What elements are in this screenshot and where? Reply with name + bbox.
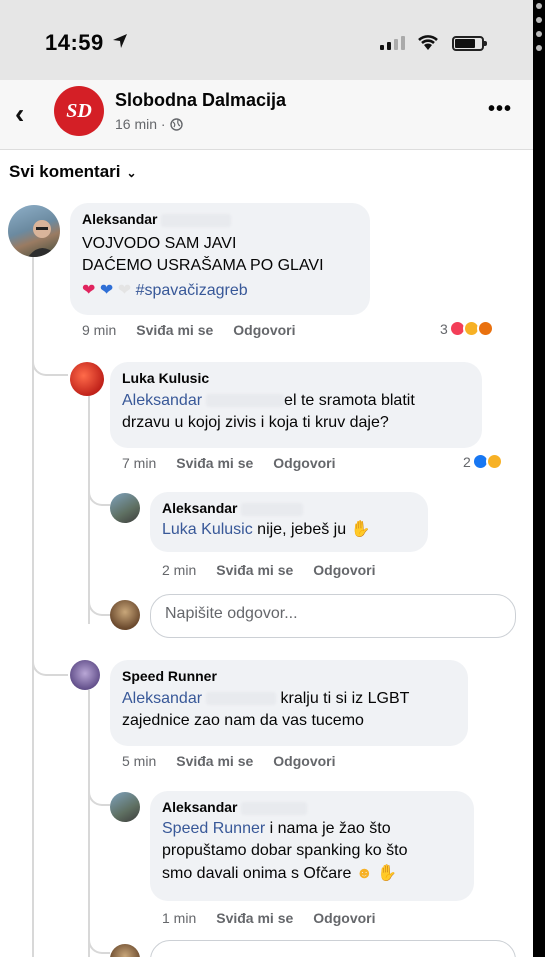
comment-author[interactable]: Luka Kulusic <box>122 370 470 386</box>
like-button[interactable]: Sviđa mi se <box>216 562 293 578</box>
avatar[interactable] <box>8 205 60 257</box>
comment-text: VOJVODO SAM JAVI DAĆEMO USRAŠAMA PO GLAV… <box>82 235 324 299</box>
page-name[interactable]: Slobodna Dalmacija <box>115 90 286 111</box>
like-button[interactable]: Sviđa mi se <box>176 753 253 769</box>
thread-connector <box>88 590 110 616</box>
comment-text: Aleksandar el te sramota blatit drzavu u … <box>122 392 415 432</box>
scroll-dots <box>536 3 542 59</box>
heart-white-icon: ❤ <box>117 281 132 299</box>
thread-connector <box>32 340 68 376</box>
mention-link[interactable]: Luka Kulusic <box>162 521 253 538</box>
like-button[interactable]: Sviđa mi se <box>176 455 253 471</box>
grin-emoji-icon: ☻ <box>355 864 373 882</box>
comment-actions: 7 min Sviđa mi se Odgovori <box>122 455 336 471</box>
comment-sort-dropdown[interactable]: Svi komentari ⌄ <box>9 162 137 182</box>
comment-time: 9 min <box>82 322 117 338</box>
like-button[interactable]: Sviđa mi se <box>136 322 213 338</box>
comment-text: Aleksandar kralju ti si iz LGBT zajednic… <box>122 690 410 730</box>
mention-link[interactable]: Speed Runner <box>162 820 265 837</box>
avatar[interactable] <box>70 362 104 396</box>
back-arrow-icon[interactable]: ‹ <box>15 98 24 130</box>
like-button[interactable]: Sviđa mi se <box>216 910 293 926</box>
comment-actions: 1 min Sviđa mi se Odgovori <box>162 910 376 926</box>
reaction-count: 2 <box>463 453 471 470</box>
hashtag-link[interactable]: #spavačizagreb <box>136 282 248 299</box>
avatar <box>110 600 140 630</box>
heart-red-icon: ❤ <box>82 281 96 299</box>
reaction-summary[interactable]: 2 <box>463 453 503 470</box>
thread-line <box>88 690 90 957</box>
chevron-down-icon: ⌄ <box>126 166 137 180</box>
post-age: 16 min · <box>115 116 166 132</box>
comment-author[interactable]: Aleksandar <box>162 799 462 815</box>
avatar <box>110 944 140 957</box>
reaction-summary[interactable]: 3 <box>440 320 494 337</box>
avatar[interactable] <box>70 660 100 690</box>
page-logo[interactable]: SD <box>54 86 104 136</box>
comment-author[interactable]: Aleksandar <box>82 211 358 227</box>
ok-hand-emoji-icon: ✋ <box>377 864 398 882</box>
reply-input-placeholder: Napišite odgovor... <box>165 605 298 622</box>
sort-label: Svi komentari <box>9 162 121 181</box>
status-time: 14:59 <box>45 30 104 55</box>
comment-actions: 5 min Sviđa mi se Odgovori <box>122 753 336 769</box>
comment-actions: 9 min Sviđa mi se Odgovori <box>82 322 296 338</box>
avatar[interactable] <box>110 493 140 523</box>
comment-text: Luka Kulusic nije, jebeš ju ✋ <box>162 521 371 538</box>
thread-connector <box>88 780 110 806</box>
reply-button[interactable]: Odgovori <box>273 753 335 769</box>
thread-connector <box>88 928 110 954</box>
comment-bubble: Aleksandar Speed Runner i nama je žao št… <box>150 791 474 901</box>
comment-text: Speed Runner i nama je žao što propuštam… <box>162 820 408 882</box>
reply-button[interactable]: Odgovori <box>273 455 335 471</box>
comment-bubble: Aleksandar VOJVODO SAM JAVI DAĆEMO USRAŠ… <box>70 203 370 315</box>
location-arrow-icon <box>113 34 127 48</box>
comment-actions: 2 min Sviđa mi se Odgovori <box>162 562 376 578</box>
reply-input[interactable]: Napišite odgovor... <box>150 594 516 638</box>
mention-link[interactable]: Aleksandar <box>122 690 202 707</box>
thread-connector <box>88 480 110 506</box>
mention-link[interactable]: Aleksandar <box>122 392 202 409</box>
comment-time: 2 min <box>162 562 197 578</box>
battery-icon <box>452 36 487 51</box>
reply-input[interactable] <box>150 940 516 957</box>
globe-icon <box>169 117 183 131</box>
facebook-comments-screen: 14:59 ‹ SD Slobodna Dalmacija 16 min · •… <box>0 0 533 957</box>
cellular-signal-icon <box>380 36 405 50</box>
comment-bubble: Speed Runner Aleksandar kralju ti si iz … <box>110 660 468 746</box>
screen-edge <box>533 0 545 957</box>
angry-reaction-icon <box>476 320 494 337</box>
ok-hand-emoji-icon: ✋ <box>350 521 371 538</box>
post-header: ‹ SD Slobodna Dalmacija 16 min · ••• <box>0 80 533 150</box>
thread-connector <box>32 640 68 676</box>
comment-time: 5 min <box>122 753 157 769</box>
avatar[interactable] <box>110 792 140 822</box>
reply-button[interactable]: Odgovori <box>313 562 375 578</box>
comment-time: 1 min <box>162 910 197 926</box>
post-meta: 16 min · <box>115 116 183 132</box>
haha-reaction-icon <box>485 453 503 470</box>
comment-author[interactable]: Aleksandar <box>162 500 416 516</box>
comment-time: 7 min <box>122 455 157 471</box>
reaction-count: 3 <box>440 320 448 337</box>
more-options-icon[interactable]: ••• <box>488 98 512 121</box>
reply-button[interactable]: Odgovori <box>313 910 375 926</box>
comment-author[interactable]: Speed Runner <box>122 668 456 684</box>
comment-bubble: Aleksandar Luka Kulusic nije, jebeš ju ✋ <box>150 492 428 552</box>
comment-bubble: Luka Kulusic Aleksandar el te sramota bla… <box>110 362 482 448</box>
heart-blue-icon: ❤ <box>99 281 114 299</box>
wifi-icon <box>418 35 438 50</box>
status-bar: 14:59 <box>0 0 533 80</box>
reply-button[interactable]: Odgovori <box>233 322 295 338</box>
